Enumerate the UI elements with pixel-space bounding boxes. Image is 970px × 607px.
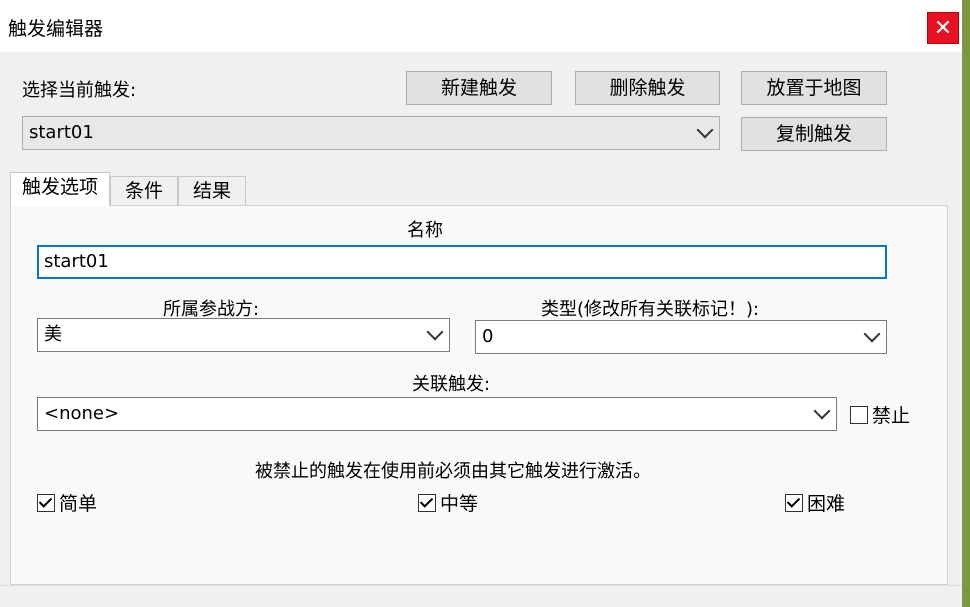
name-input[interactable]: start01 — [37, 245, 887, 279]
place-on-map-button[interactable]: 放置于地图 — [741, 71, 887, 105]
disabled-note: 被禁止的触发在使用前必须由其它触发进行激活。 — [255, 461, 651, 482]
difficulty-hard-checkbox[interactable]: 困难 — [785, 489, 845, 516]
linked-trigger-label: 关联触发: — [412, 374, 491, 395]
checkbox-checked-icon — [785, 493, 803, 512]
new-trigger-button[interactable]: 新建触发 — [406, 71, 552, 105]
name-label: 名称 — [407, 220, 443, 241]
type-value: 0 — [482, 326, 494, 347]
name-input-value: start01 — [44, 251, 109, 272]
disable-label: 禁止 — [872, 405, 911, 427]
copy-trigger-button[interactable]: 复制触发 — [741, 117, 887, 151]
close-icon: ✕ — [933, 16, 953, 41]
difficulty-easy-label: 简单 — [59, 493, 98, 515]
delete-trigger-button[interactable]: 删除触发 — [575, 71, 720, 105]
bottom-strip — [0, 585, 962, 607]
tab-results[interactable]: 结果 — [178, 176, 246, 206]
difficulty-easy-checkbox[interactable]: 简单 — [37, 489, 97, 516]
side-value: 美 — [44, 324, 62, 345]
side-select[interactable]: 美 — [37, 318, 450, 352]
difficulty-medium-checkbox[interactable]: 中等 — [418, 489, 478, 516]
select-trigger-label: 选择当前触发: — [22, 80, 137, 101]
type-label: 类型(修改所有关联标记！): — [541, 299, 760, 320]
current-trigger-select[interactable]: start01 — [22, 116, 720, 150]
linked-trigger-value: <none> — [44, 403, 120, 424]
disable-checkbox[interactable]: 禁止 — [850, 401, 910, 428]
checkbox-checked-icon — [418, 493, 436, 512]
tab-trigger-options[interactable]: 触发选项 — [10, 172, 110, 206]
chevron-down-icon — [426, 323, 444, 341]
title-bar: 触发编辑器 ✕ — [0, 0, 962, 52]
checkbox-checked-icon — [37, 493, 55, 512]
chevron-down-icon — [696, 121, 714, 139]
type-select[interactable]: 0 — [475, 320, 887, 354]
difficulty-hard-label: 困难 — [807, 493, 846, 515]
chevron-down-icon — [863, 325, 881, 343]
window-title: 触发编辑器 — [8, 18, 104, 40]
tab-conditions[interactable]: 条件 — [110, 176, 178, 206]
difficulty-medium-label: 中等 — [440, 493, 479, 515]
linked-trigger-select[interactable]: <none> — [37, 397, 837, 431]
current-trigger-value: start01 — [29, 122, 94, 143]
chevron-down-icon — [813, 402, 831, 420]
close-button[interactable]: ✕ — [927, 12, 959, 44]
checkbox-unchecked-icon — [850, 405, 868, 424]
trigger-editor-window: 触发编辑器 ✕ 选择当前触发: start01 新建触发 删除触发 放置于地图 … — [0, 0, 963, 607]
